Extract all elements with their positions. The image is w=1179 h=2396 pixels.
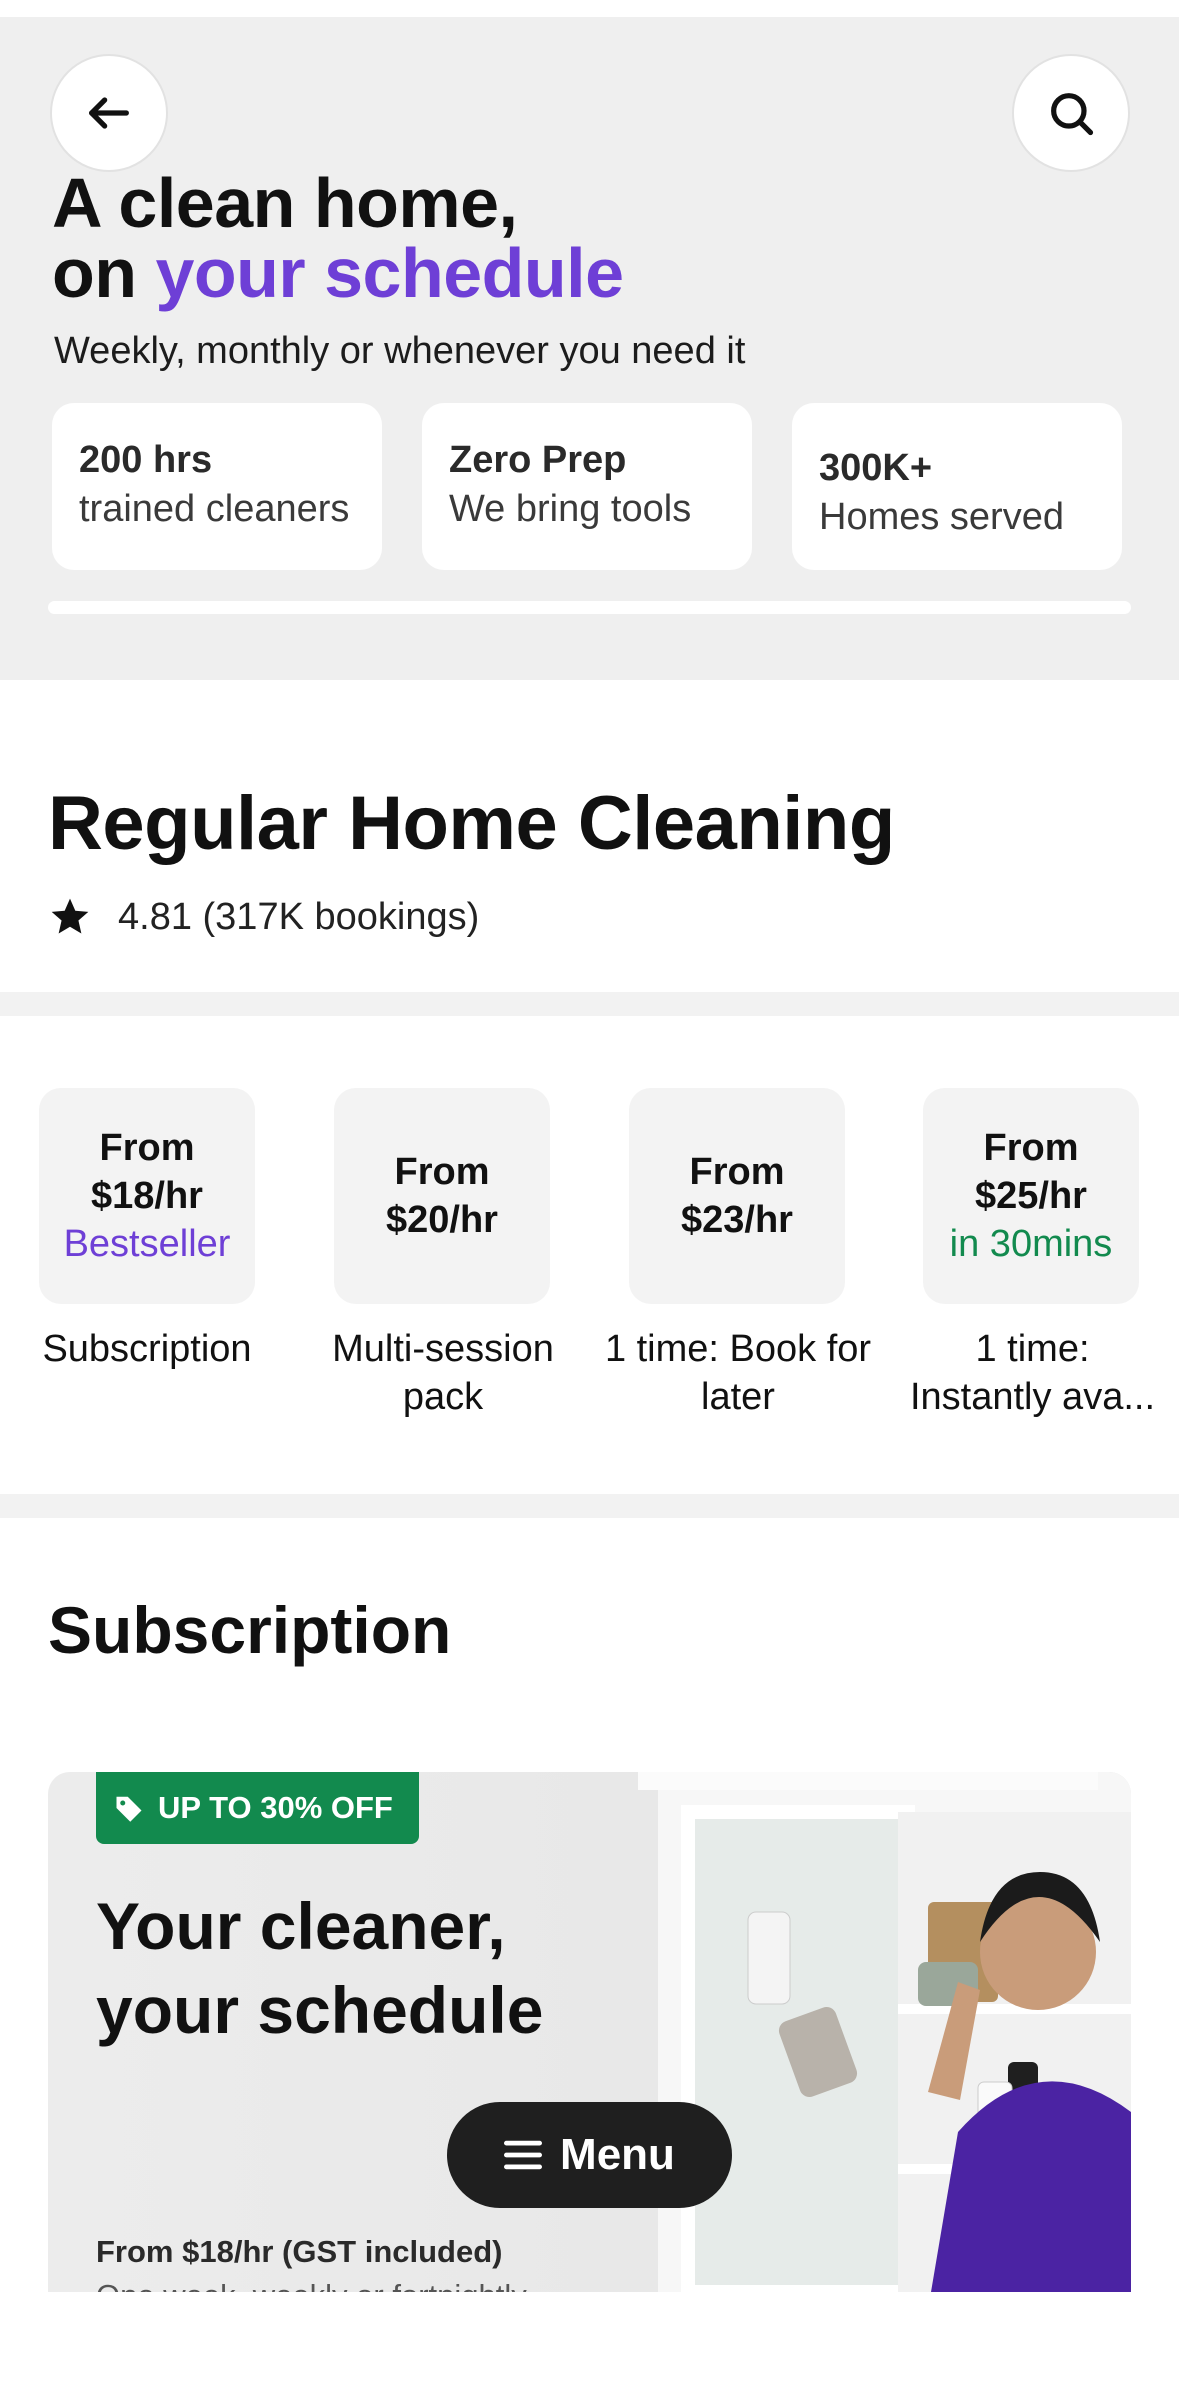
rating-row: 4.81 (317K bookings) [48, 895, 479, 939]
menu-button[interactable]: Menu [447, 2102, 732, 2208]
stat-value: 200 hrs [79, 439, 213, 481]
cabinet-cleaner-illustration [638, 1772, 1131, 2292]
option-from: From [394, 1151, 490, 1193]
option-tag: in 30mins [949, 1223, 1113, 1265]
stat-card-zero-prep: Zero Prep We bring tools [422, 403, 752, 570]
menu-icon [504, 2140, 543, 2170]
banner-price: From $18/hr (GST included) [96, 2234, 503, 2269]
hero-title: A clean home, on your schedule [52, 168, 624, 308]
stat-label: Homes served [819, 496, 1064, 538]
discount-badge: UP TO 30% OFF [96, 1772, 419, 1844]
search-icon [1051, 93, 1094, 136]
hero-title-prefix: on [52, 234, 156, 312]
banner-title-line1: Your cleaner, [96, 1889, 506, 1963]
tag-icon [116, 1796, 142, 1822]
option-card-multi-session[interactable]: From $20/hr [334, 1088, 550, 1304]
option-from: From [689, 1151, 785, 1193]
carousel-progress-bar [48, 601, 1131, 614]
section-divider [0, 992, 1179, 1016]
option-price: $20/hr [386, 1199, 498, 1241]
stat-value: Zero Prep [449, 439, 627, 481]
service-title: Regular Home Cleaning [48, 781, 895, 866]
rating-text: 4.81 (317K bookings) [118, 895, 480, 938]
option-card-book-later[interactable]: From $23/hr [629, 1088, 845, 1304]
subscription-banner[interactable]: UP TO 30% OFF Your cleaner, your schedul… [48, 1772, 1131, 2292]
section-divider [0, 1494, 1179, 1518]
option-price: $23/hr [681, 1199, 793, 1241]
option-from: From [99, 1127, 195, 1169]
stat-value: 300K+ [819, 447, 933, 489]
option-card-subscription[interactable]: From $18/hr Bestseller [39, 1088, 255, 1304]
option-tag: Bestseller [63, 1223, 231, 1265]
stat-label: trained cleaners [79, 488, 350, 530]
search-button[interactable] [1012, 54, 1130, 172]
option-price: $25/hr [975, 1175, 1087, 1217]
banner-cut-off-text: One week, weekly or fortnightly [96, 2278, 527, 2292]
status-bar-area [0, 0, 1179, 17]
option-label-book-later[interactable]: 1 time: Book for later [602, 1325, 874, 1421]
stat-card-homes: 300K+ Homes served [792, 403, 1122, 570]
subscription-title: Subscription [48, 1593, 452, 1667]
option-card-instant[interactable]: From $25/hr in 30mins [923, 1088, 1139, 1304]
stat-label: We bring tools [449, 488, 692, 530]
discount-badge-text: UP TO 30% OFF [158, 1790, 393, 1825]
hero-title-line1: A clean home, [52, 164, 518, 242]
back-button[interactable] [50, 54, 168, 172]
hero-subtitle: Weekly, monthly or whenever you need it [54, 330, 746, 372]
option-label-subscription[interactable]: Subscription [12, 1325, 282, 1373]
option-label-instant[interactable]: 1 time: Instantly ava... [900, 1325, 1165, 1421]
option-from: From [983, 1127, 1079, 1169]
star-icon [51, 898, 89, 934]
stat-card-trained: 200 hrs trained cleaners [52, 403, 382, 570]
banner-title: Your cleaner, your schedule [96, 1884, 543, 2052]
hero-section: A clean home, on your schedule Weekly, m… [0, 17, 1179, 680]
option-price: $18/hr [91, 1175, 203, 1217]
hero-title-accent: your schedule [155, 234, 624, 312]
back-arrow-icon [89, 97, 129, 129]
option-label-multi-session[interactable]: Multi-session pack [307, 1325, 579, 1421]
menu-button-label: Menu [560, 2130, 675, 2179]
banner-title-line2: your schedule [96, 1973, 544, 2047]
